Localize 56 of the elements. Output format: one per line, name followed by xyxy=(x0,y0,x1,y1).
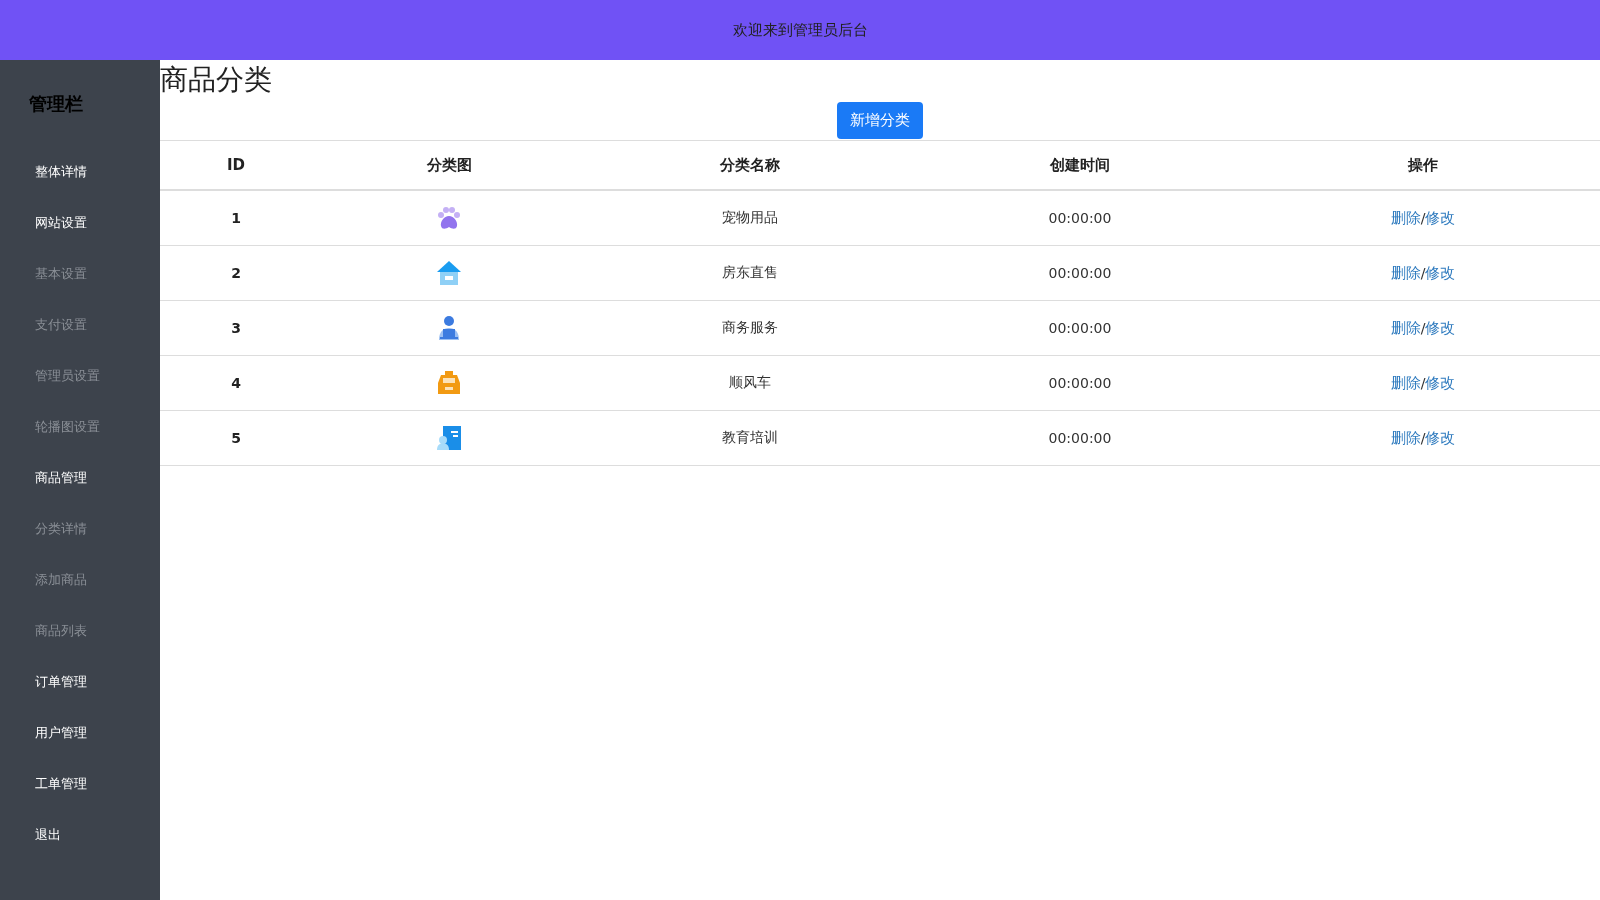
house-icon xyxy=(435,259,463,287)
edit-link[interactable]: 修改 xyxy=(1425,208,1456,228)
time-cell: 00:00:00 xyxy=(914,301,1246,356)
time-cell: 00:00:00 xyxy=(914,411,1246,466)
sidebar-subitem[interactable]: 轮播图设置 xyxy=(35,418,100,469)
sidebar-item[interactable]: 订单管理 xyxy=(35,673,87,724)
sidebar-item[interactable]: 退出 xyxy=(35,826,61,877)
name-cell: 房东直售 xyxy=(586,246,914,301)
edit-link[interactable]: 修改 xyxy=(1425,373,1456,393)
name-cell: 商务服务 xyxy=(586,301,914,356)
edit-link[interactable]: 修改 xyxy=(1425,428,1456,448)
edit-link[interactable]: 修改 xyxy=(1425,263,1456,283)
add-category-button[interactable]: 新增分类 xyxy=(837,102,923,139)
paw-icon xyxy=(435,204,463,232)
column-header: 创建时间 xyxy=(914,140,1246,191)
separator: / xyxy=(1420,320,1426,336)
teacher-board-icon xyxy=(435,424,463,452)
sidebar-title: 管理栏 xyxy=(29,92,83,116)
delete-link[interactable]: 删除 xyxy=(1390,318,1421,338)
separator: / xyxy=(1420,210,1426,226)
sidebar-item[interactable]: 工单管理 xyxy=(35,775,87,826)
delete-link[interactable]: 删除 xyxy=(1390,208,1421,228)
delete-link[interactable]: 删除 xyxy=(1390,428,1421,448)
delete-link[interactable]: 删除 xyxy=(1390,263,1421,283)
column-header: 分类图 xyxy=(312,140,586,191)
sidebar-item[interactable]: 整体详情 xyxy=(35,163,87,214)
delete-link[interactable]: 删除 xyxy=(1390,373,1421,393)
sidebar-subitem[interactable]: 基本设置 xyxy=(35,265,87,316)
name-cell: 教育培训 xyxy=(586,411,914,466)
id-cell: 4 xyxy=(160,356,312,411)
id-cell: 3 xyxy=(160,301,312,356)
page-title: 商品分类 xyxy=(160,62,272,98)
column-header: 操作 xyxy=(1246,140,1600,191)
sidebar-item[interactable]: 商品管理 xyxy=(35,469,87,520)
time-cell: 00:00:00 xyxy=(914,246,1246,301)
separator: / xyxy=(1420,265,1426,281)
separator: / xyxy=(1420,430,1426,446)
sidebar-subitem[interactable]: 分类详情 xyxy=(35,520,87,571)
sidebar-item[interactable]: 网站设置 xyxy=(35,214,87,265)
edit-link[interactable]: 修改 xyxy=(1425,318,1456,338)
sidebar-subitem[interactable]: 管理员设置 xyxy=(35,367,100,418)
name-cell: 顺风车 xyxy=(586,356,914,411)
sidebar-subitem[interactable]: 支付设置 xyxy=(35,316,87,367)
sidebar-item[interactable]: 用户管理 xyxy=(35,724,87,775)
sidebar-subitem[interactable]: 商品列表 xyxy=(35,622,87,673)
time-cell: 00:00:00 xyxy=(914,191,1246,246)
name-cell: 宠物用品 xyxy=(586,191,914,246)
id-cell: 1 xyxy=(160,191,312,246)
time-cell: 00:00:00 xyxy=(914,356,1246,411)
column-header: ID xyxy=(160,140,312,191)
column-header: 分类名称 xyxy=(586,140,914,191)
sidebar-subitem[interactable]: 添加商品 xyxy=(35,571,87,622)
separator: / xyxy=(1420,375,1426,391)
id-cell: 2 xyxy=(160,246,312,301)
header-title: 欢迎来到管理员后台 xyxy=(732,20,868,40)
id-cell: 5 xyxy=(160,411,312,466)
